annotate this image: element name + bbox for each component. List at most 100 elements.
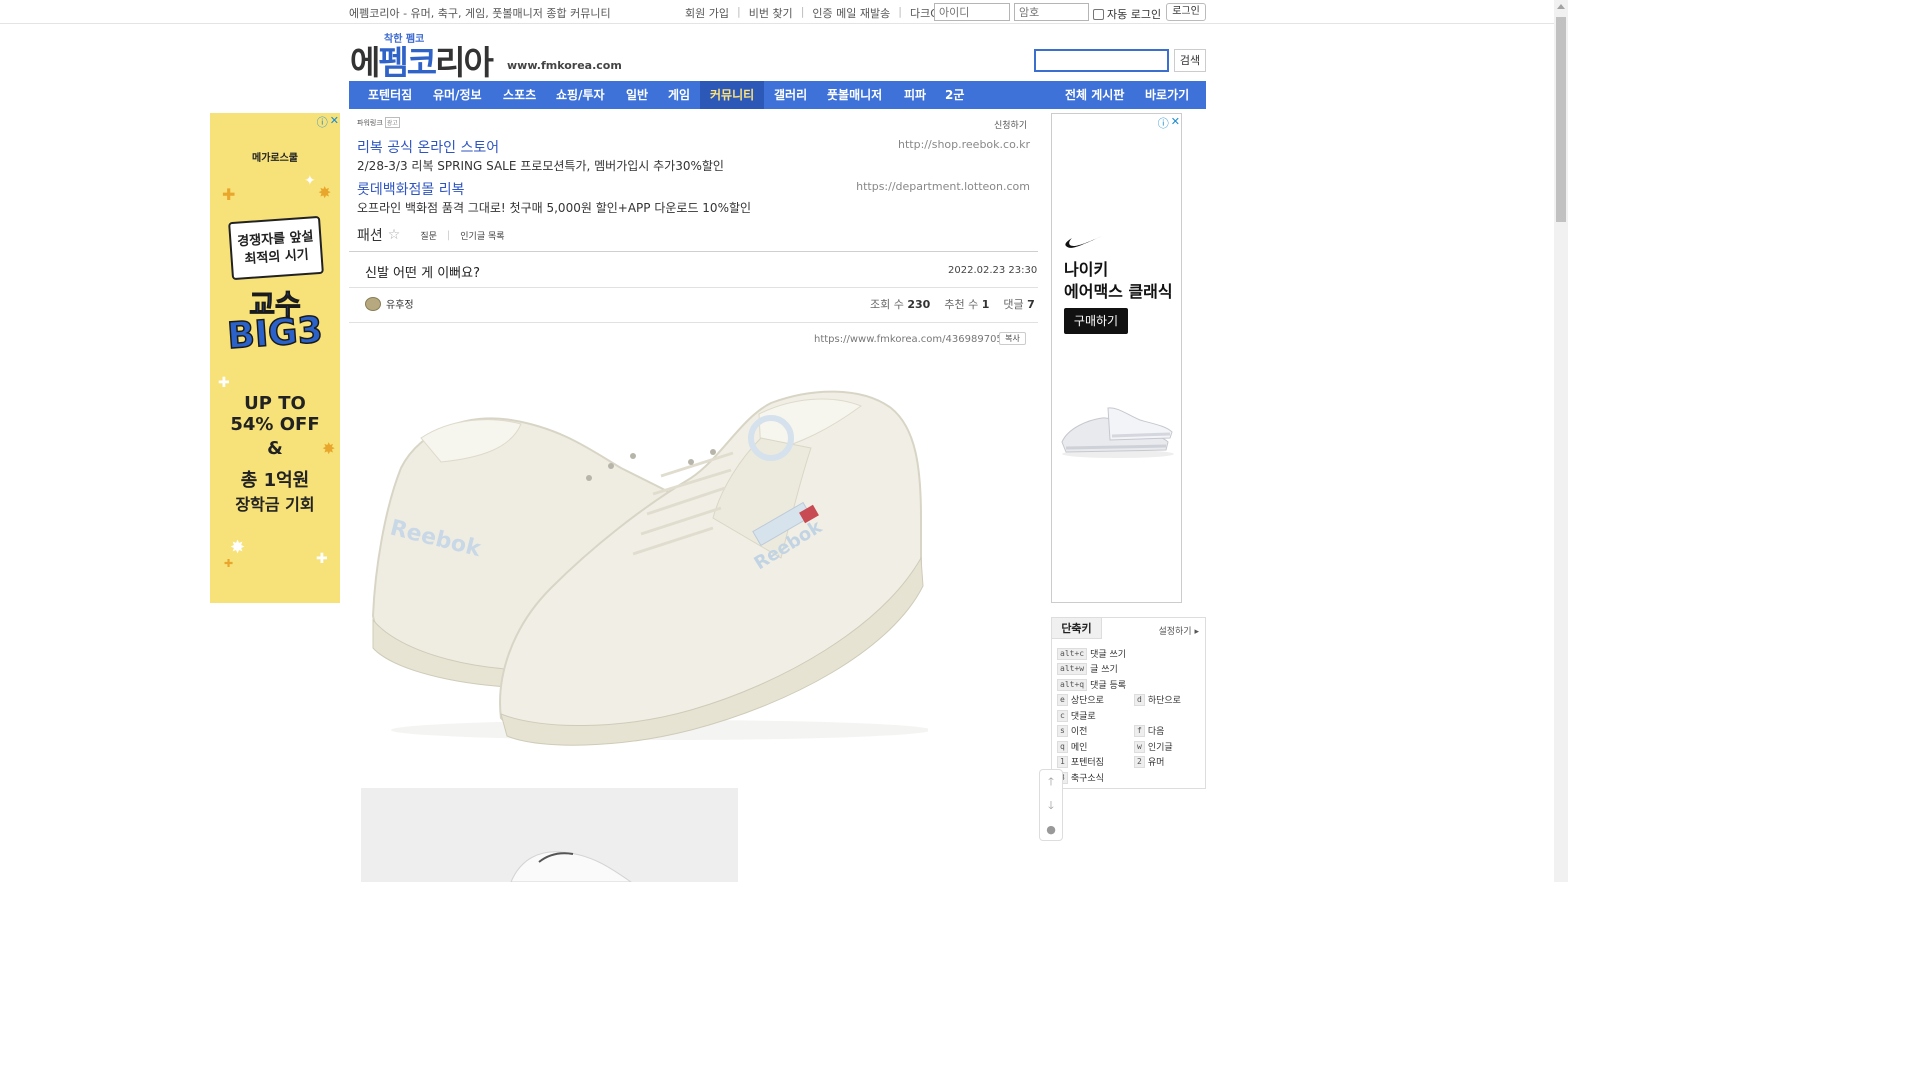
shortcut-item: f 다음 bbox=[1134, 724, 1164, 737]
shortcut-item: c 댓글로 bbox=[1057, 709, 1096, 722]
favorite-star-icon[interactable]: ☆ bbox=[388, 227, 401, 243]
divider: | bbox=[898, 5, 902, 18]
shortcut-item: s 이전 bbox=[1057, 724, 1087, 737]
resend-verification-link[interactable]: 인증 메일 재발송 bbox=[812, 5, 890, 21]
info-icon[interactable]: ⓘ bbox=[1158, 115, 1169, 131]
post-image-second[interactable] bbox=[361, 788, 738, 882]
apply-link[interactable]: 신청하기 bbox=[994, 118, 1027, 131]
nav-item-all-boards[interactable]: 전체 게시판 bbox=[1055, 81, 1134, 109]
scroll-top-icon[interactable]: 🡑 bbox=[1040, 770, 1062, 794]
nav-item-poten[interactable]: 포텐터짐 bbox=[358, 81, 422, 109]
scroll-bottom-icon[interactable]: 🡓 bbox=[1040, 794, 1062, 818]
sparkle-icon: ✚ bbox=[316, 551, 328, 567]
shortcut-item: q 메인 bbox=[1057, 740, 1087, 753]
site-description: 에펨코리아 - 유머, 축구, 게임, 풋볼매니저 종합 커뮤니티 bbox=[349, 7, 611, 20]
left-banner-ad[interactable]: ⓘ ✕ 메가로스쿨 ✚ ✸ ✦ 경쟁자를 앞설 최적의 시기 교수 BIG3 ✚ … bbox=[210, 113, 340, 603]
shortcut-tab[interactable]: 단축키 bbox=[1052, 618, 1102, 639]
nav-item-community[interactable]: 커뮤니티 bbox=[700, 81, 765, 109]
scrollbar-thumb[interactable] bbox=[1556, 17, 1566, 222]
nav-item-sports[interactable]: 스포츠 bbox=[493, 81, 546, 109]
post-image-sneaker[interactable]: Reebok Reebok bbox=[361, 358, 928, 758]
category-question[interactable]: 질문 bbox=[420, 229, 437, 242]
author-name[interactable]: 유후정 bbox=[386, 296, 414, 311]
right-banner-ad[interactable]: ⓘ ✕ 나이키 에어맥스 클래식 구매하기 bbox=[1051, 113, 1182, 603]
powerlink-label: 파워링크 광고 bbox=[357, 117, 400, 128]
sparkle-icon: ✸ bbox=[230, 537, 246, 558]
login-password-input[interactable] bbox=[1014, 3, 1089, 21]
recommend-count: 추천 수 1 bbox=[944, 298, 990, 311]
post-title: 신발 어떤 게 이뻐요? bbox=[365, 266, 480, 281]
board-name[interactable]: 패션 bbox=[357, 225, 383, 245]
scroll-up-arrow-icon[interactable] bbox=[1557, 4, 1565, 9]
sparkle-icon: ✚ bbox=[222, 185, 236, 204]
ad-speech-bubble: 경쟁자를 앞설 최적의 시기 bbox=[228, 215, 324, 281]
text-ad-description: 2/28-3/3 리복 SPRING SALE 프로모션특가, 멤버가입시 추가… bbox=[357, 159, 724, 173]
shortcut-panel: 단축키 설정하기 ▸ alt+c 댓글 쓰기 alt+w 글 쓰기 alt+q 댓글 … bbox=[1051, 617, 1206, 789]
nav-item-general[interactable]: 일반 bbox=[616, 81, 658, 109]
shortcut-item: 1 포텐터짐 bbox=[1057, 755, 1104, 768]
text-ad-url[interactable]: https://department.lotteon.com bbox=[856, 180, 1030, 193]
comment-count: 댓글 7 bbox=[1003, 298, 1035, 311]
floating-scroll-nav: 🡑 🡓 ● bbox=[1039, 769, 1063, 841]
signup-link[interactable]: 회원 가입 bbox=[685, 5, 729, 21]
auto-login-checkbox[interactable] bbox=[1093, 8, 1104, 20]
divider bbox=[349, 287, 1038, 288]
ad-scholarship-line2: 장학금 기회 bbox=[235, 495, 315, 514]
sparkle-icon: ✸ bbox=[318, 183, 332, 202]
post-url[interactable]: https://www.fmkorea.com/4369897052 bbox=[814, 334, 1009, 345]
close-icon[interactable]: ✕ bbox=[330, 114, 339, 130]
nav-item-shopping[interactable]: 쇼핑/투자 bbox=[546, 81, 615, 109]
nav-item-fifa[interactable]: 피파 bbox=[894, 81, 936, 109]
sneaker-image bbox=[1061, 407, 1174, 458]
auto-login[interactable]: 자동 로그인 bbox=[1093, 6, 1161, 22]
buy-now-button[interactable]: 구매하기 bbox=[1064, 308, 1128, 334]
nav-item-game[interactable]: 게임 bbox=[658, 81, 700, 109]
nav-item-football-manager[interactable]: 풋볼매니저 bbox=[817, 81, 892, 109]
text-ad-description: 오프라인 백화점 품격 그대로! 첫구매 5,000원 할인+APP 다운로드 … bbox=[357, 201, 752, 215]
nav-item-gallery[interactable]: 갤러리 bbox=[764, 81, 817, 109]
popular-list-link[interactable]: 인기글 목록 bbox=[460, 229, 504, 242]
find-password-link[interactable]: 비번 찾기 bbox=[749, 5, 793, 21]
site-url: www.fmkorea.com bbox=[507, 59, 622, 72]
shortcut-settings-link[interactable]: 설정하기 ▸ bbox=[1158, 624, 1199, 637]
post-stats: 조회 수 230 추천 수 1 댓글 7 bbox=[870, 296, 1035, 312]
shortcut-item: d 하단으로 bbox=[1134, 693, 1181, 706]
shortcut-item: w 인기글 bbox=[1134, 740, 1173, 753]
shortcut-item: alt+q 댓글 등록 bbox=[1057, 678, 1126, 691]
copy-url-button[interactable]: 복사 bbox=[999, 332, 1026, 345]
sparkle-icon: ✚ bbox=[224, 557, 234, 570]
divider bbox=[349, 322, 1038, 323]
ad-choices[interactable]: ⓘ ✕ bbox=[317, 114, 339, 130]
sparkle-icon: ✚ bbox=[218, 375, 230, 391]
post-author[interactable]: 유후정 bbox=[365, 296, 414, 311]
nike-swoosh-icon bbox=[1065, 236, 1102, 248]
logo-text: 에펨코리아 bbox=[350, 43, 494, 82]
divider: | bbox=[446, 229, 451, 241]
top-bar: 에펨코리아 - 유머, 축구, 게임, 풋볼매니저 종합 커뮤니티 회원 가입 |… bbox=[0, 0, 1554, 24]
divider: | bbox=[736, 5, 741, 18]
close-icon[interactable]: ✕ bbox=[1171, 115, 1180, 131]
info-icon[interactable]: ⓘ bbox=[317, 114, 328, 130]
shortcut-item: alt+c 댓글 쓰기 bbox=[1057, 647, 1126, 660]
ad-choices[interactable]: ⓘ ✕ bbox=[1158, 115, 1180, 131]
nav-item-2nd[interactable]: 2군 bbox=[935, 81, 974, 109]
shortcut-item: 3축구소식 bbox=[1057, 771, 1104, 784]
search-button[interactable]: 검색 bbox=[1174, 49, 1206, 72]
comment-bubble-icon[interactable]: ● bbox=[1040, 818, 1062, 842]
sparkle-icon: ✦ bbox=[304, 173, 316, 189]
search-input[interactable] bbox=[1034, 49, 1169, 72]
shortcut-item: alt+w 글 쓰기 bbox=[1057, 662, 1118, 675]
avatar bbox=[365, 296, 381, 311]
ad-offer-line2: 54% OFF bbox=[230, 414, 320, 435]
login-button[interactable]: 로그인 bbox=[1166, 3, 1206, 21]
ad-ampersand: & bbox=[267, 438, 283, 459]
login-id-input[interactable] bbox=[934, 3, 1010, 21]
page-scrollbar[interactable] bbox=[1554, 0, 1568, 882]
main-nav: 포텐터짐 유머/정보 스포츠 쇼핑/투자 일반 게임 커뮤니티 갤러리 풋볼매니… bbox=[349, 81, 1206, 109]
text-ad-url[interactable]: http://shop.reebok.co.kr bbox=[898, 138, 1030, 151]
top-links: 회원 가입 | 비번 찾기 | 인증 메일 재발송 | 다크OFF bbox=[685, 5, 952, 21]
nav-item-shortcuts[interactable]: 바로가기 bbox=[1135, 81, 1199, 109]
text-ad-title[interactable]: 롯데백화점몰 리복 bbox=[357, 179, 465, 199]
text-ad-title[interactable]: 리복 공식 온라인 스토어 bbox=[357, 137, 499, 157]
nav-item-humor[interactable]: 유머/정보 bbox=[423, 81, 492, 109]
